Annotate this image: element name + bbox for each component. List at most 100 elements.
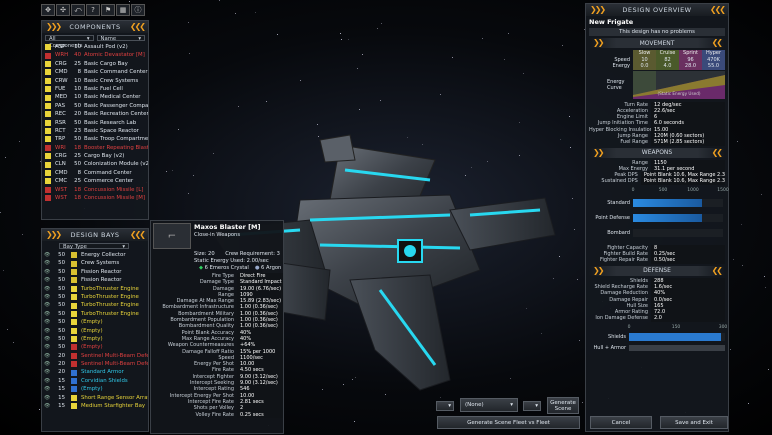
grid-icon[interactable]: ▦ [116,4,130,16]
axis-icon[interactable]: ⤺ [71,4,85,16]
eye-icon[interactable]: 👁 [44,318,53,326]
eye-icon[interactable]: 👁 [44,352,53,360]
stat-label: Fuel Range [620,139,648,146]
bay-item[interactable]: 👁 50 Crew Systems [42,259,148,267]
component-item[interactable]: CMD 8 Basic Command Center [42,68,148,76]
eye-icon[interactable]: 👁 [44,335,53,343]
component-size: 18 [74,186,81,193]
component-item[interactable]: CRG 25 Basic Cargo Bay [42,60,148,68]
bay-item[interactable]: 👁 15 Short Range Sensor Array [42,394,148,402]
eye-icon[interactable]: 👁 [44,343,53,351]
components-sort-dropdown[interactable]: Name ▾ [96,35,145,42]
component-item[interactable]: TRP 50 Basic Troop Compartmen [42,135,148,143]
eye-icon[interactable]: 👁 [44,285,53,293]
eye-icon[interactable]: 👁 [44,310,53,318]
components-filter-dropdown[interactable]: All Components ▾ [45,35,94,49]
bay-item[interactable]: 👁 15 (Empty) [42,385,148,393]
bay-item[interactable]: 👁 15 Medium Starfighter Bay [42,402,148,410]
help-icon[interactable]: ? [86,4,100,16]
eye-icon[interactable]: 👁 [44,327,53,335]
generate-fleet-button[interactable]: Generate Scene Fleet vs Fleet [437,416,580,429]
defense-title: ❯❯ DEFENSE ❮❮ [589,265,725,276]
eye-icon[interactable]: 👁 [44,259,53,267]
eye-icon[interactable]: 👁 [44,268,53,276]
bay-item[interactable]: 👁 50 TurboThruster Engine [42,310,148,318]
scene-dropdown-3[interactable]: ▾ [523,401,541,411]
eye-icon[interactable]: 👁 [44,368,53,376]
component-item[interactable]: REC 20 Basic Recreation Center [42,110,148,118]
component-abbr: CLN [55,161,66,168]
weapons-title: ❯❯ WEAPONS ❮❮ [589,147,725,158]
bay-item[interactable]: 👁 50 (Empty) [42,335,148,343]
component-item[interactable]: FUE 10 Basic Fuel Cell [42,85,148,93]
component-item[interactable]: MED 10 Basic Medical Center [42,93,148,101]
bay-item[interactable]: 👁 20 Sentinel Multi-Beam Defense [42,360,148,368]
component-type-icon [45,144,51,151]
component-size: 25 [74,60,81,67]
range-bar-track [633,199,723,208]
component-item[interactable]: CLN 50 Colonization Module (v2) [42,160,148,168]
stat-label: Sustained DPS [601,178,638,185]
bay-item[interactable]: 👁 15 Corvidian Shields [42,377,148,385]
bay-size: 50 [58,293,65,300]
component-abbr: RSR [55,119,66,126]
component-item[interactable]: WRH 40 Atomic Devastator [M] [42,51,148,59]
component-item[interactable]: CRW 10 Basic Crew Systems [42,77,148,85]
component-item[interactable]: ASP 10 Assault Pod (v2) [42,43,148,51]
scene-type-dropdown[interactable]: (None) ▾ [460,398,518,412]
eye-icon[interactable]: 👁 [44,251,53,259]
eye-icon[interactable]: 👁 [44,394,53,402]
eye-icon[interactable]: 👁 [44,360,53,368]
bay-item[interactable]: 👁 50 TurboThruster Engine [42,285,148,293]
save-exit-button[interactable]: Save and Exit [660,416,728,429]
bay-item[interactable]: 👁 50 (Empty) [42,327,148,335]
eye-icon[interactable]: 👁 [44,276,53,284]
eye-icon[interactable]: 👁 [44,385,53,393]
component-size: 8 [77,169,81,176]
bay-item[interactable]: 👁 50 (Empty) [42,318,148,326]
rotate-icon[interactable]: ✣ [56,4,70,16]
bay-type-dropdown[interactable]: Bay Type ▾ [59,243,129,250]
scene-dropdown-1[interactable]: ▾ [436,401,454,411]
component-item[interactable]: WST 18 Concussion Missile [M] [42,194,148,202]
flag-icon[interactable]: ⚑ [101,4,115,16]
component-item[interactable]: CRG 25 Cargo Bay (v2) [42,152,148,160]
component-size: 23 [74,127,81,134]
component-item[interactable]: CMD 8 Command Center [42,169,148,177]
bay-item[interactable]: 👁 50 TurboThruster Engine [42,301,148,309]
bay-item[interactable]: 👁 50 TurboThruster Engine [42,293,148,301]
eye-icon[interactable]: 👁 [44,402,53,410]
component-abbr: CMD [55,169,68,176]
component-type-icon [45,69,51,76]
info-icon[interactable]: ⓘ [131,4,145,16]
cancel-button[interactable]: Cancel [590,416,652,429]
bay-item[interactable]: 👁 50 Energy Collector [42,251,148,259]
eye-icon[interactable]: 👁 [44,377,53,385]
component-item[interactable]: CMC 25 Commerce Center [42,177,148,185]
component-item[interactable]: WST 18 Concussion Missile [L] [42,186,148,194]
design-overview-header: ❯❯❯ DESIGN OVERVIEW ❮❮❮ [586,4,728,16]
generate-scene-button[interactable]: Generate Scene [547,397,579,414]
hull-armor-bar [629,344,725,351]
move-icon[interactable]: ✥ [41,4,55,16]
design-name[interactable]: New Frigate [586,16,728,28]
movement-energy-cell: 0.0 [633,63,656,70]
bay-size: 15 [58,377,65,384]
component-item[interactable]: PAS 50 Basic Passenger Compar [42,102,148,110]
component-item[interactable]: RCT 23 Basic Space Reactor [42,127,148,135]
component-item[interactable]: WRI 18 Booster Repeating Blaster [42,144,148,152]
design-bays-title: DESIGN BAYS [70,231,120,239]
bay-item[interactable]: 👁 50 Fission Reactor [42,276,148,284]
bay-item[interactable]: 👁 20 Sentinel Multi-Beam Defense [42,352,148,360]
shields-bar [629,332,722,341]
component-item[interactable]: RSR 50 Basic Research Lab [42,119,148,127]
bay-item[interactable]: 👁 50 (Empty) [42,343,148,351]
stat-label: Volley Fire Rate [195,411,234,418]
eye-icon[interactable]: 👁 [44,293,53,301]
component-type-icon [45,186,51,193]
eye-icon[interactable]: 👁 [44,301,53,309]
bay-item[interactable]: 👁 50 Fission Reactor [42,268,148,276]
component-name: Cargo Bay (v2) [84,153,125,160]
bay-item[interactable]: 👁 20 Standard Armor [42,368,148,376]
component-type-icon [45,86,51,93]
